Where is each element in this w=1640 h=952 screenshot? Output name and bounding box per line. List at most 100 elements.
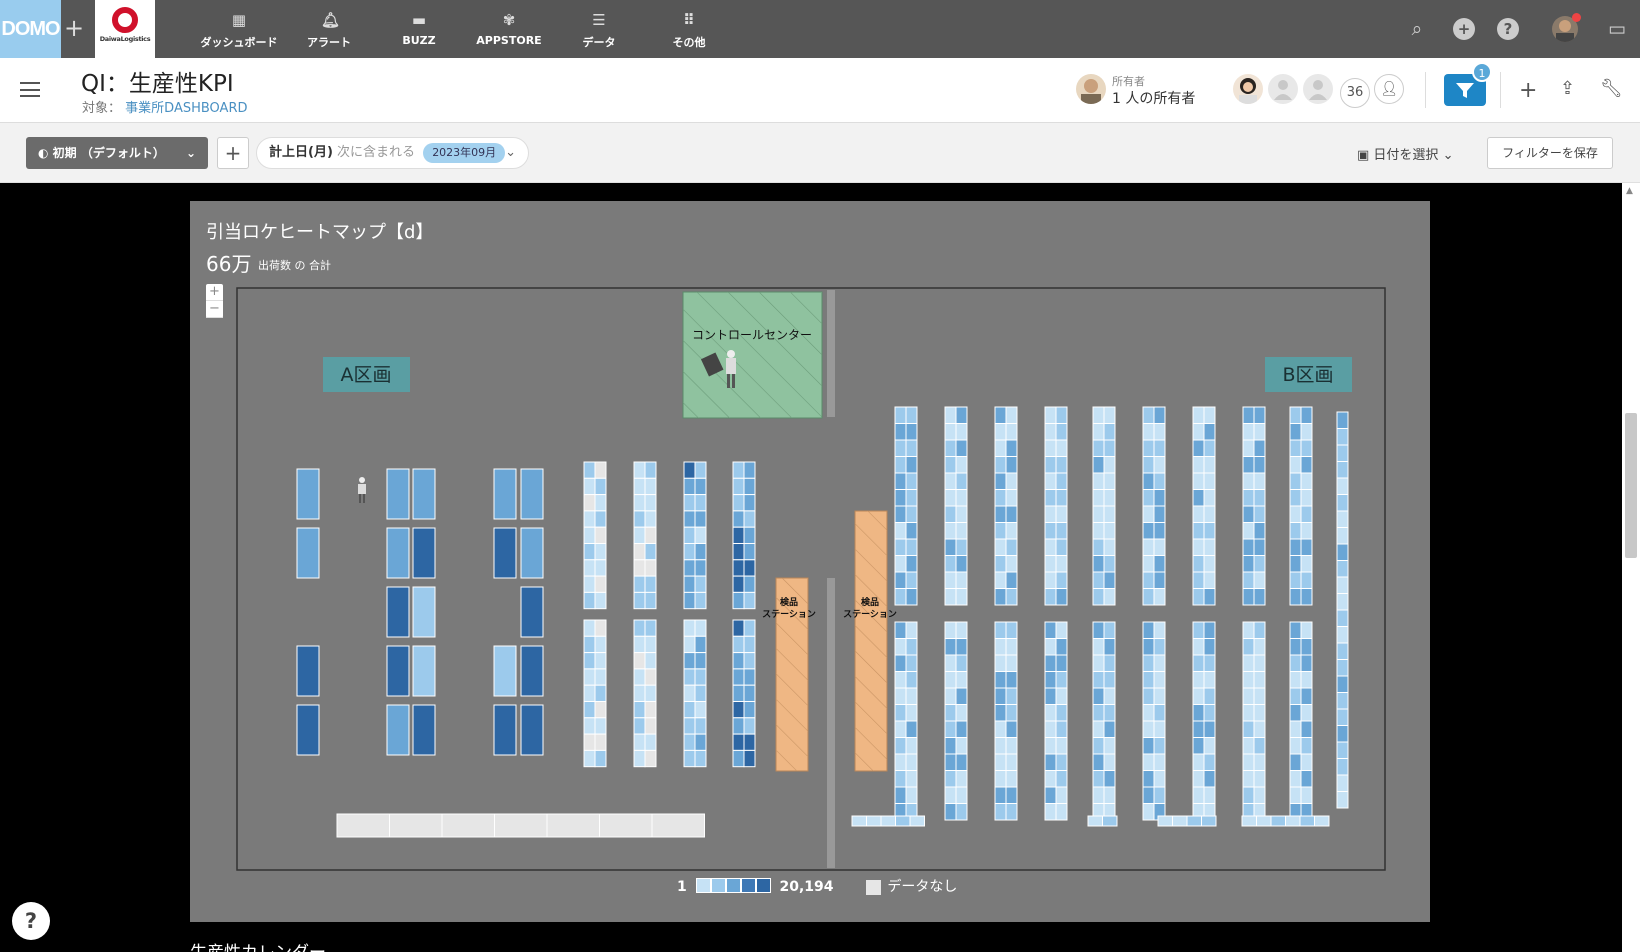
- rack-cell[interactable]: [633, 684, 646, 703]
- rack-cell[interactable]: [644, 684, 657, 703]
- rack-cell[interactable]: [594, 543, 607, 561]
- rack-cell[interactable]: [1203, 505, 1216, 523]
- rack-cell[interactable]: [1044, 803, 1057, 821]
- rack-cell[interactable]: [644, 591, 657, 610]
- rack-cell[interactable]: [1300, 704, 1313, 722]
- rack-cell[interactable]: [1336, 708, 1349, 726]
- rack-cell[interactable]: [594, 477, 607, 496]
- rack-cell[interactable]: [944, 770, 957, 788]
- rack-cell[interactable]: [1005, 439, 1018, 457]
- rack-cell[interactable]: [1092, 555, 1105, 573]
- rack-cell[interactable]: [1044, 786, 1057, 804]
- rack-cell[interactable]: [644, 733, 657, 751]
- rack-cell[interactable]: [894, 555, 907, 573]
- rack-cell[interactable]: [651, 813, 705, 838]
- rack-cell[interactable]: [994, 638, 1007, 656]
- rack-cell[interactable]: [894, 538, 907, 556]
- rack-cell[interactable]: [1087, 815, 1103, 827]
- rack-cell[interactable]: [694, 526, 707, 545]
- rack-cell[interactable]: [633, 575, 646, 593]
- rack-cell[interactable]: [1092, 720, 1105, 738]
- rack-cell[interactable]: [1005, 803, 1018, 821]
- rack-cell[interactable]: [594, 619, 607, 637]
- rack-cell[interactable]: [594, 575, 607, 593]
- rack-cell[interactable]: [1092, 588, 1105, 606]
- rack-cell[interactable]: [1153, 406, 1166, 424]
- rack-cell[interactable]: [894, 489, 907, 507]
- rack-cell[interactable]: [1103, 753, 1116, 771]
- rack-cell[interactable]: [1005, 671, 1018, 689]
- rack-cell[interactable]: [633, 477, 646, 496]
- rack-cell[interactable]: [1142, 439, 1155, 457]
- rack-cell[interactable]: [944, 439, 957, 457]
- rack-cell[interactable]: [743, 494, 756, 512]
- rack-cell[interactable]: [944, 704, 957, 722]
- rack-cell[interactable]: [905, 621, 918, 639]
- zoom-out-button[interactable]: −: [206, 301, 223, 318]
- rack-cell[interactable]: [1242, 671, 1255, 689]
- rack-cell[interactable]: [1172, 815, 1188, 827]
- rack-cell[interactable]: [1044, 456, 1057, 474]
- rack-cell[interactable]: [633, 749, 646, 768]
- rack-cell[interactable]: [1192, 456, 1205, 474]
- rack-cell[interactable]: [743, 526, 756, 545]
- rack-cell[interactable]: [1055, 456, 1068, 474]
- rack-cell[interactable]: [994, 720, 1007, 738]
- rack-cell[interactable]: [994, 538, 1007, 556]
- rack-cell[interactable]: [694, 684, 707, 703]
- rack-cell[interactable]: [1192, 621, 1205, 639]
- rack-cell[interactable]: [1142, 786, 1155, 804]
- rack-cell[interactable]: [994, 456, 1007, 474]
- rack-cell[interactable]: [894, 638, 907, 656]
- rack-cell[interactable]: [1242, 770, 1255, 788]
- rack-cell[interactable]: [1300, 621, 1313, 639]
- rack-cell[interactable]: [1103, 489, 1116, 507]
- rack-cell[interactable]: [944, 456, 957, 474]
- rack-cell[interactable]: [955, 770, 968, 788]
- rack-cell[interactable]: [1153, 538, 1166, 556]
- rack-cell[interactable]: [683, 684, 696, 703]
- rack-cell[interactable]: [1055, 803, 1068, 821]
- rack-cell[interactable]: [866, 815, 882, 827]
- rack-cell[interactable]: [1253, 621, 1266, 639]
- rack-cell[interactable]: [1203, 588, 1216, 606]
- rack-cell[interactable]: [894, 423, 907, 441]
- rack-cell[interactable]: [1005, 538, 1018, 556]
- rack-cell[interactable]: [520, 586, 544, 638]
- rack-cell[interactable]: [1289, 737, 1302, 755]
- rack-cell[interactable]: [1242, 753, 1255, 771]
- rack-cell[interactable]: [1055, 472, 1068, 490]
- rack-cell[interactable]: [905, 786, 918, 804]
- rack-cell[interactable]: [683, 652, 696, 670]
- rack-cell[interactable]: [1289, 588, 1302, 606]
- rack-cell[interactable]: [1055, 505, 1068, 523]
- rack-cell[interactable]: [1092, 439, 1105, 457]
- rack-cell[interactable]: [955, 406, 968, 424]
- rack-cell[interactable]: [493, 527, 517, 579]
- rack-cell[interactable]: [633, 635, 646, 654]
- rack-cell[interactable]: [1103, 571, 1116, 589]
- rack-cell[interactable]: [633, 717, 646, 735]
- rack-cell[interactable]: [594, 510, 607, 528]
- rack-cell[interactable]: [1253, 555, 1266, 573]
- rack-cell[interactable]: [1253, 753, 1266, 771]
- rack-cell[interactable]: [1242, 538, 1255, 556]
- rack-cell[interactable]: [1336, 774, 1349, 792]
- rack-cell[interactable]: [1300, 720, 1313, 738]
- rack-cell[interactable]: [1153, 472, 1166, 490]
- rack-cell[interactable]: [633, 461, 646, 479]
- rack-cell[interactable]: [1142, 489, 1155, 507]
- rack-cell[interactable]: [683, 575, 696, 593]
- rack-cell[interactable]: [1289, 654, 1302, 672]
- rack-cell[interactable]: [732, 635, 745, 654]
- rack-cell[interactable]: [1203, 671, 1216, 689]
- rack-cell[interactable]: [1253, 522, 1266, 540]
- rack-cell[interactable]: [1242, 406, 1255, 424]
- rack-cell[interactable]: [1253, 786, 1266, 804]
- rack-cell[interactable]: [1142, 522, 1155, 540]
- rack-cell[interactable]: [909, 815, 925, 827]
- rack-cell[interactable]: [1142, 406, 1155, 424]
- rack-cell[interactable]: [895, 815, 911, 827]
- rack-cell[interactable]: [944, 538, 957, 556]
- rack-cell[interactable]: [1336, 576, 1349, 594]
